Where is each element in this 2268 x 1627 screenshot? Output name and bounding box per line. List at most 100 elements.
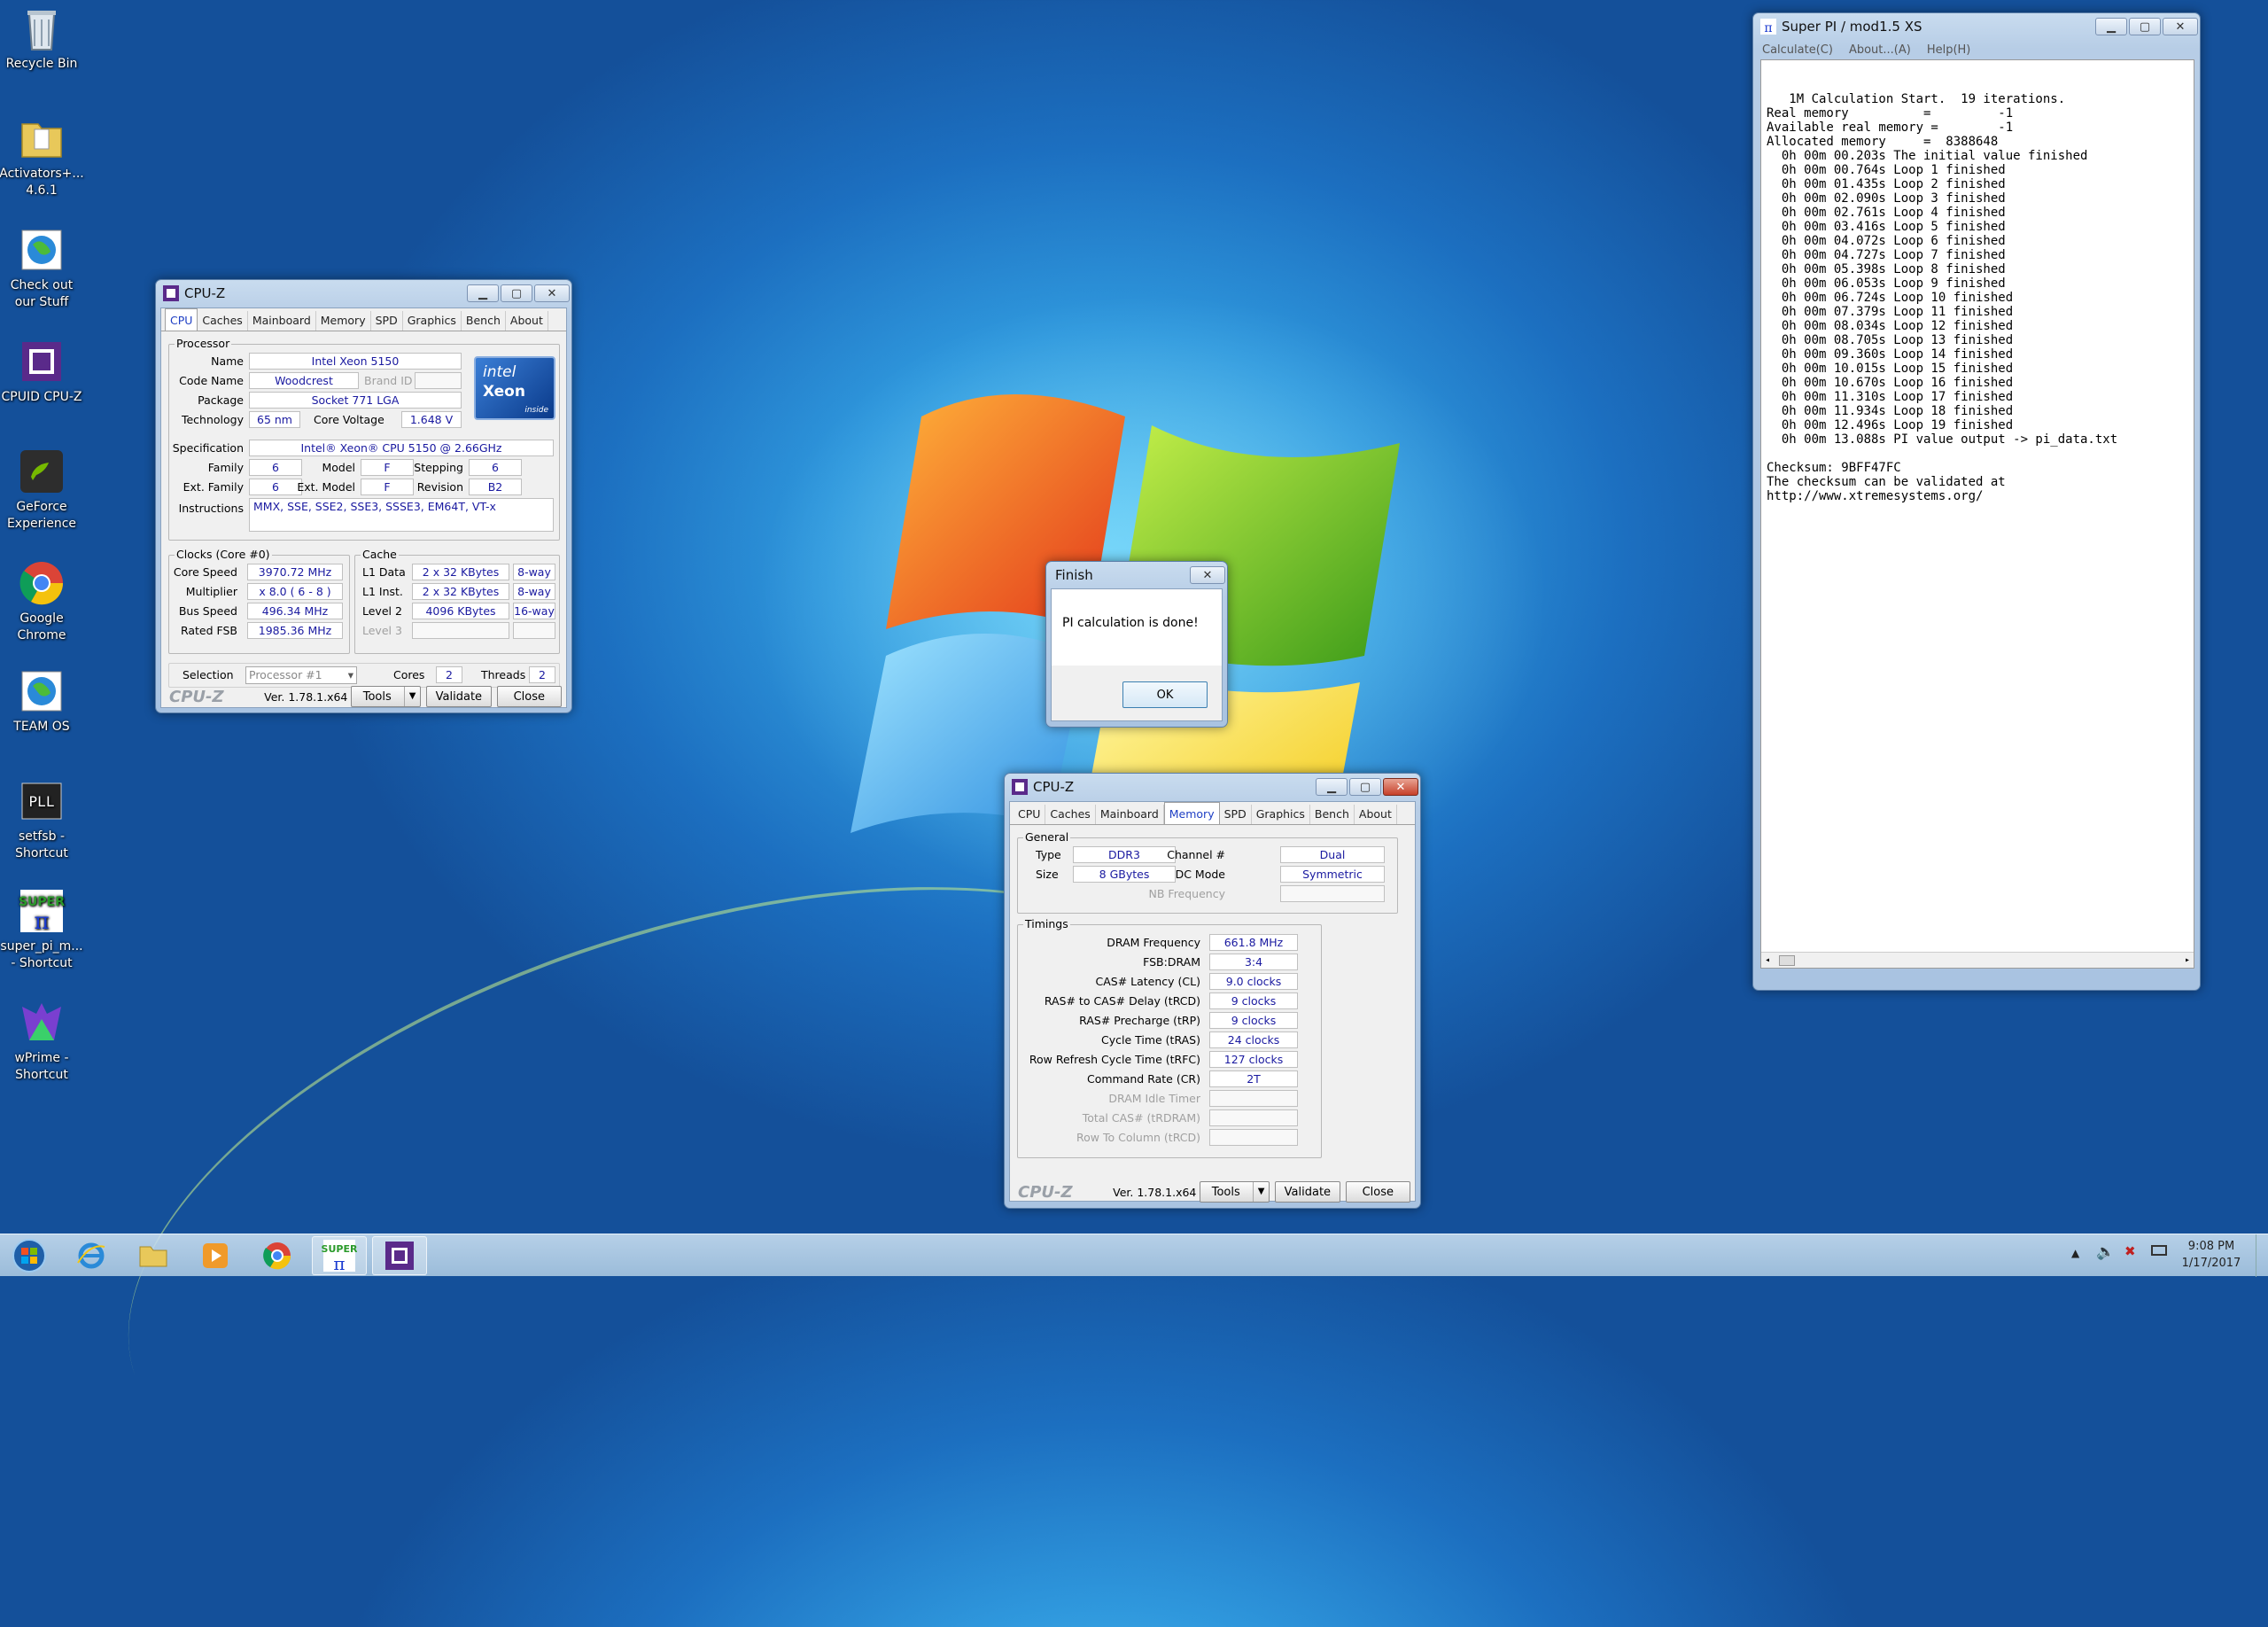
show-desktop-button[interactable] — [2256, 1234, 2268, 1277]
close-button[interactable]: ✕ — [534, 284, 570, 302]
output-line: 0h 00m 00.764s Loop 1 finished — [1767, 163, 2006, 177]
timing-label: Row To Column (tRCD) — [1076, 1131, 1200, 1144]
desktop-icon-recycle-bin[interactable]: Recycle Bin — [0, 4, 83, 73]
close-button[interactable]: ✕ — [1190, 566, 1225, 584]
chevron-down-icon[interactable]: ▼ — [404, 687, 420, 706]
desktop-icon-check-out-our-stuff[interactable]: Check out our Stuff — [0, 225, 83, 311]
xeon-text: Xeon — [483, 383, 525, 401]
menu-calculate[interactable]: Calculate(C) — [1762, 43, 1833, 57]
minimize-button[interactable]: ▁ — [2095, 18, 2127, 35]
tab-bench[interactable]: Bench — [462, 311, 506, 331]
tab-bench[interactable]: Bench — [1310, 805, 1355, 824]
validate-button[interactable]: Validate — [426, 686, 492, 707]
scroll-right-icon[interactable]: ▸ — [2185, 954, 2190, 968]
title-bar[interactable]: CPU-Z ▁ ▢ ✕ — [156, 280, 571, 307]
package-value: Socket 771 LGA — [249, 392, 462, 409]
close-button[interactable]: ✕ — [1383, 778, 1418, 796]
tab-about[interactable]: About — [506, 311, 548, 331]
desktop-icon-super-pi[interactable]: SUPER π super_pi_m... - Shortcut — [0, 886, 83, 972]
tab-memory[interactable]: Memory — [1163, 802, 1220, 824]
cores-label: Cores — [393, 668, 425, 681]
ext-model-label: Ext. Model — [297, 480, 355, 494]
channel-label: Channel # — [1167, 848, 1225, 861]
minimize-button[interactable]: ▁ — [1316, 778, 1348, 796]
tab-mainboard[interactable]: Mainboard — [1096, 805, 1164, 824]
level3-label: Level 3 — [362, 624, 402, 637]
timing-label: RAS# to CAS# Delay (tRCD) — [1044, 994, 1200, 1008]
desktop-icon-wprime[interactable]: wPrime - Shortcut — [0, 998, 83, 1084]
scroll-left-icon[interactable]: ◂ — [1765, 954, 1770, 968]
close-button[interactable]: ✕ — [2163, 18, 2198, 35]
chevron-down-icon[interactable]: ▼ — [1253, 1182, 1269, 1202]
instructions-value: MMX, SSE, SSE2, SSE3, SSSE3, EM64T, VT-x — [249, 498, 554, 532]
scroll-thumb[interactable] — [1779, 955, 1795, 966]
taskbar-super-pi[interactable]: SUPER π — [312, 1236, 367, 1275]
globe-icon — [21, 230, 62, 270]
tab-graphics[interactable]: Graphics — [403, 311, 462, 331]
start-button[interactable] — [2, 1236, 57, 1275]
model-value: F — [361, 459, 414, 476]
maximize-button[interactable]: ▢ — [2129, 18, 2161, 35]
timing-value: 2T — [1209, 1070, 1298, 1087]
taskbar-cpu-z[interactable] — [372, 1236, 427, 1275]
tab-strip: CPU Caches Mainboard Memory SPD Graphics… — [1010, 802, 1415, 825]
tab-cpu[interactable]: CPU — [1014, 805, 1046, 824]
menu-about[interactable]: About...(A) — [1849, 43, 1911, 57]
desktop-icon-setfsb[interactable]: PLL setfsb - Shortcut — [0, 776, 83, 862]
tab-caches[interactable]: Caches — [1045, 805, 1096, 824]
output-line: 0h 00m 06.053s Loop 9 finished — [1767, 276, 2006, 291]
intel-brand-text: intel — [483, 363, 517, 381]
taskbar-internet-explorer[interactable] — [64, 1236, 119, 1275]
tab-caches[interactable]: Caches — [198, 311, 248, 331]
ok-button[interactable]: OK — [1122, 681, 1208, 708]
title-bar[interactable]: CPU-Z ▁ ▢ ✕ — [1005, 774, 1420, 800]
tab-spd[interactable]: SPD — [371, 311, 403, 331]
close-button[interactable]: Close — [496, 686, 562, 707]
core-voltage-value: 1.648 V — [401, 411, 462, 428]
tools-button[interactable]: Tools ▼ — [1200, 1181, 1270, 1203]
menu-help[interactable]: Help(H) — [1927, 43, 1971, 57]
desktop-icon-google-chrome[interactable]: Google Chrome — [0, 558, 83, 644]
horizontal-scrollbar[interactable]: ◂ ▸ — [1761, 952, 2194, 968]
technology-label: Technology — [181, 413, 244, 426]
desktop-icon-geforce-experience[interactable]: GeForce Experience — [0, 447, 83, 533]
tools-button[interactable]: Tools ▼ — [351, 686, 422, 707]
tab-spd[interactable]: SPD — [1220, 805, 1252, 824]
close-button[interactable]: Close — [1345, 1181, 1410, 1203]
battery-icon[interactable] — [2151, 1245, 2167, 1256]
network-icon[interactable]: ✖ — [2124, 1243, 2136, 1259]
taskbar-media-player[interactable] — [188, 1236, 243, 1275]
tab-about[interactable]: About — [1355, 805, 1397, 824]
maximize-button[interactable]: ▢ — [501, 284, 532, 302]
tab-cpu[interactable]: CPU — [165, 308, 198, 331]
title-bar[interactable]: π Super PI / mod1.5 XS ▁ ▢ ✕ — [1753, 13, 2200, 40]
tab-memory[interactable]: Memory — [316, 311, 371, 331]
tab-graphics[interactable]: Graphics — [1252, 805, 1310, 824]
output-area[interactable]: 1M Calculation Start. 19 iterations. Real… — [1760, 59, 2194, 969]
output-line: 1M Calculation Start. 19 iterations. — [1767, 92, 2066, 106]
clock[interactable]: 9:08 PM 1/17/2017 — [2176, 1238, 2247, 1272]
desktop-icon-label: Check out our Stuff — [10, 278, 74, 309]
show-hidden-icons[interactable]: ▲ — [2071, 1247, 2079, 1259]
title-bar[interactable]: Finish ✕ — [1046, 562, 1227, 588]
desktop-icon-activators[interactable]: Activators+... 4.6.1 — [0, 113, 84, 199]
desktop-icon-team-os[interactable]: TEAM OS — [0, 666, 83, 736]
l1-data-way: 8-way — [513, 564, 555, 580]
volume-icon[interactable]: 🔈 — [2096, 1243, 2115, 1261]
core-voltage-label: Core Voltage — [314, 413, 384, 426]
group-label: Clocks (Core #0) — [175, 548, 272, 561]
desktop-icon-label: GeForce Experience — [6, 500, 77, 531]
validate-button[interactable]: Validate — [1275, 1181, 1340, 1203]
timing-value: 9.0 clocks — [1209, 973, 1298, 990]
timing-label: CAS# Latency (CL) — [1095, 975, 1201, 988]
l1-inst-label: L1 Inst. — [362, 585, 403, 598]
maximize-button[interactable]: ▢ — [1349, 778, 1381, 796]
taskbar-file-explorer[interactable] — [126, 1236, 181, 1275]
technology-value: 65 nm — [249, 411, 300, 428]
minimize-button[interactable]: ▁ — [467, 284, 499, 302]
recycle-bin-icon — [27, 11, 56, 51]
desktop-icon-cpuid-cpu-z[interactable]: CPUID CPU-Z — [0, 337, 83, 406]
processor-select[interactable]: Processor #1 ▾ — [245, 666, 357, 684]
taskbar-google-chrome[interactable] — [250, 1236, 305, 1275]
tab-mainboard[interactable]: Mainboard — [248, 311, 316, 331]
